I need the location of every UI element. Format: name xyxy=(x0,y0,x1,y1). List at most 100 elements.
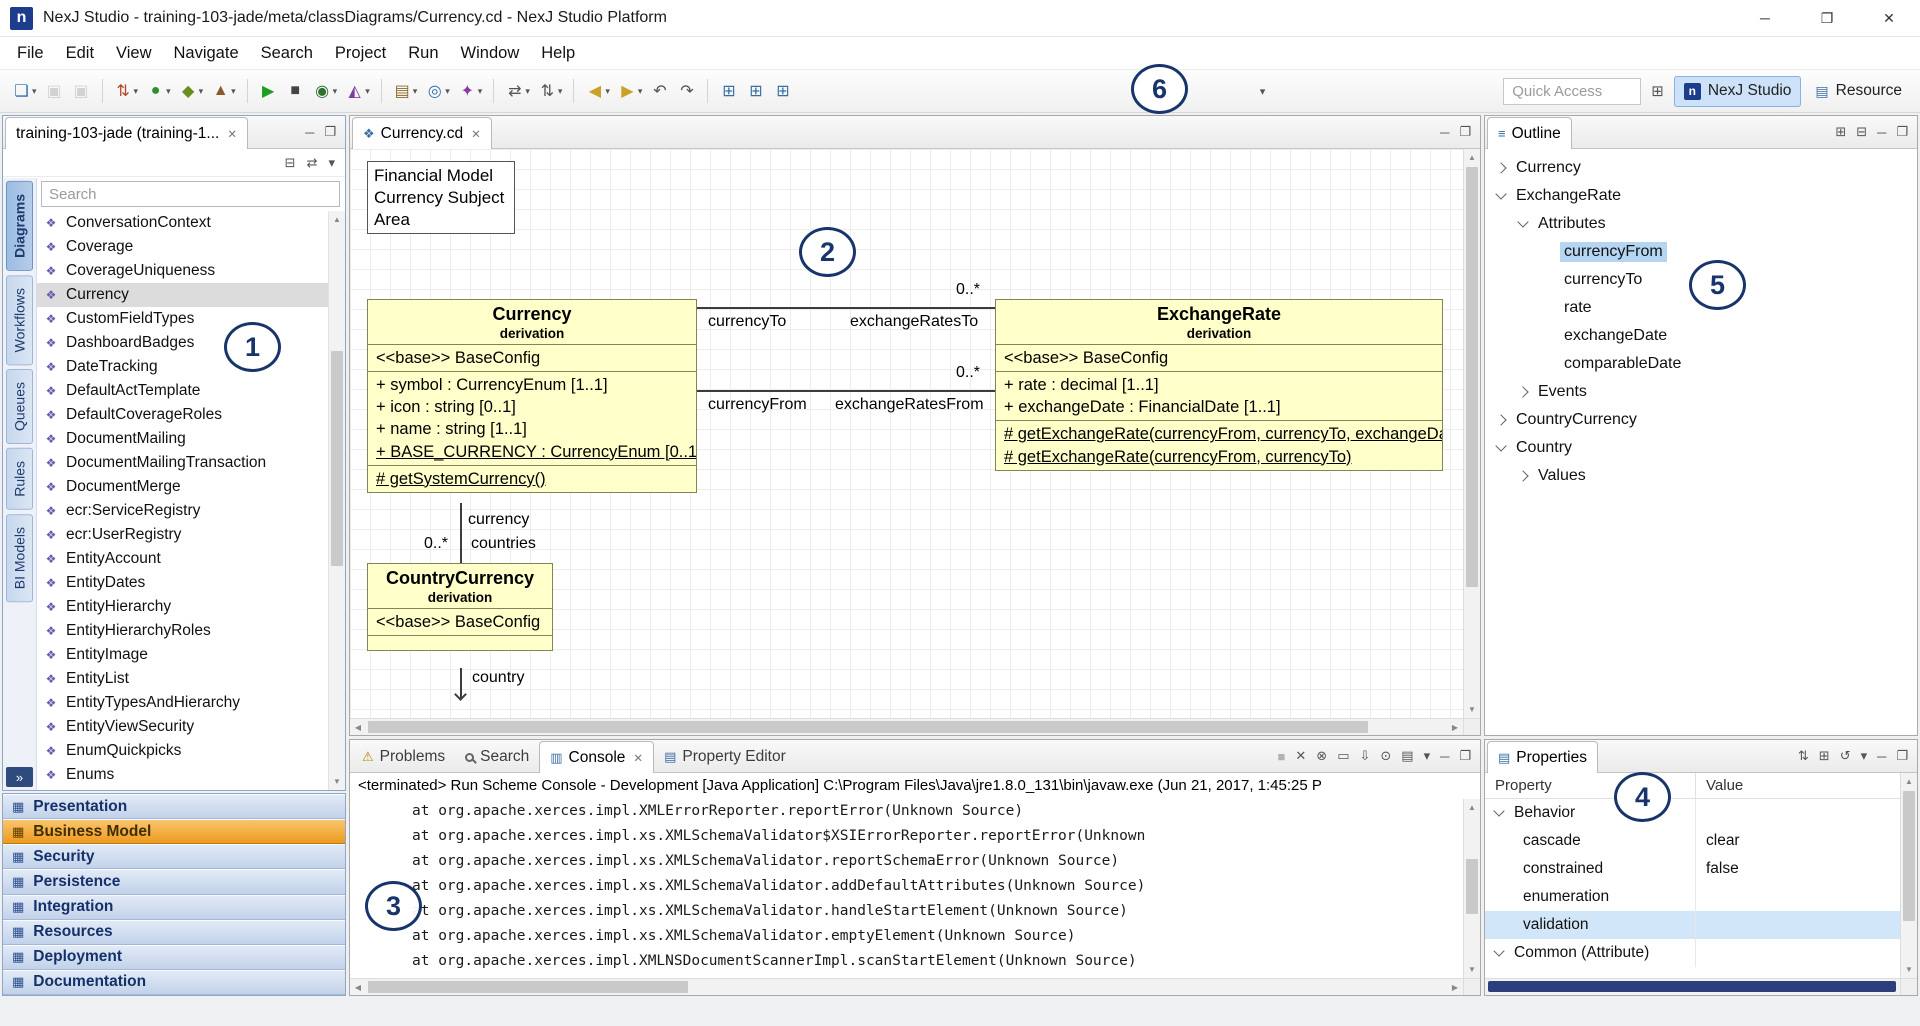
explorer-item[interactable]: ❖Coverage xyxy=(37,235,328,259)
outline-item-currencyfrom[interactable]: currencyFrom xyxy=(1485,238,1917,266)
explorer-item[interactable]: ❖DefaultActTemplate xyxy=(37,379,328,403)
scroll-down-icon[interactable]: ▼ xyxy=(329,774,345,789)
properties-hscrollbar[interactable] xyxy=(1485,978,1900,995)
scrollbar-thumb[interactable] xyxy=(1466,859,1478,914)
menu-item[interactable]: View xyxy=(105,37,162,69)
scroll-lock-icon[interactable]: ⇩ xyxy=(1359,748,1370,764)
outline-item-events[interactable]: Events xyxy=(1485,378,1917,406)
maximize-view-icon[interactable]: ❐ xyxy=(1896,748,1908,764)
tab-console[interactable]: ▥ Console ✕ xyxy=(539,741,654,773)
association-label[interactable]: currencyTo xyxy=(708,313,786,331)
explorer-item[interactable]: ❖EnumQuickpicks xyxy=(37,739,328,763)
explorer-item[interactable]: ❖ecr:UserRegistry xyxy=(37,523,328,547)
explorer-item[interactable]: ❖CustomFieldTypes xyxy=(37,307,328,331)
back-icon[interactable]: ◀▾ xyxy=(582,76,613,106)
view-menu-icon[interactable]: ▾ xyxy=(1861,748,1868,764)
new-icon[interactable]: ❏▾ xyxy=(9,76,40,106)
scroll-down-icon[interactable]: ▼ xyxy=(1464,962,1480,977)
tab-problems[interactable]: ⚠ Problems xyxy=(352,742,455,772)
association-line-countries[interactable] xyxy=(460,503,462,563)
close-tab-icon[interactable]: ✕ xyxy=(471,127,481,141)
maximize-view-icon[interactable]: ❐ xyxy=(1896,124,1908,140)
minimize-view-icon[interactable]: ─ xyxy=(1877,125,1886,140)
menu-item[interactable]: Run xyxy=(397,37,449,69)
scroll-left-icon[interactable]: ◀ xyxy=(350,980,366,995)
diagram-canvas[interactable]: Financial Model Currency Subject Area cu… xyxy=(350,149,1463,718)
class-operation[interactable]: # getExchangeRate(currencyFrom, currency… xyxy=(996,423,1442,445)
section-item[interactable]: ▦Deployment xyxy=(3,945,345,970)
association-label[interactable]: exchangeRatesTo xyxy=(850,313,978,331)
search-input[interactable] xyxy=(41,181,340,207)
expand-all-icon[interactable]: ⊞ xyxy=(1835,124,1846,140)
scroll-right-icon[interactable]: ▶ xyxy=(1447,720,1463,735)
perspective-resource[interactable]: ▤ Resource xyxy=(1805,76,1912,107)
explorer-tab[interactable]: training-103-jade (training-1... ✕ xyxy=(5,117,248,149)
property-category-behavior[interactable]: Behavior xyxy=(1485,799,1917,827)
class-attribute[interactable]: + icon : string [0..1] xyxy=(368,396,696,418)
association-label[interactable]: currencyFrom xyxy=(708,396,807,414)
restore-default-icon[interactable]: ↺ xyxy=(1840,748,1851,764)
save-all-icon[interactable]: ▣ xyxy=(69,76,94,106)
collapse-all-icon[interactable]: ⊟ xyxy=(1856,124,1867,140)
scroll-left-icon[interactable]: ◀ xyxy=(350,720,366,735)
scroll-up-icon[interactable]: ▲ xyxy=(329,212,345,227)
section-item[interactable]: ▦Business Model xyxy=(3,819,345,844)
class-attribute[interactable]: + exchangeDate : FinancialDate [1..1] xyxy=(996,396,1442,418)
console-vscrollbar[interactable]: ▲ ▼ xyxy=(1463,799,1480,978)
close-tab-icon[interactable]: ✕ xyxy=(633,751,643,765)
explorer-item[interactable]: ❖DateTracking xyxy=(37,355,328,379)
scroll-up-icon[interactable]: ▲ xyxy=(1901,774,1917,789)
tab-search[interactable]: Search xyxy=(455,742,539,772)
editor-hscrollbar[interactable]: ◀ ▶ xyxy=(350,718,1463,735)
explorer-item[interactable]: ❖EntityList xyxy=(37,667,328,691)
explorer-scrollbar[interactable]: ▲ ▼ xyxy=(328,211,345,790)
console-hscrollbar[interactable]: ◀ ▶ xyxy=(350,978,1463,995)
menu-item[interactable]: Help xyxy=(530,37,586,69)
outline-item-country[interactable]: Country xyxy=(1485,434,1917,462)
editor-tab-currency[interactable]: ❖ Currency.cd ✕ xyxy=(352,117,492,149)
scrollbar-thumb[interactable] xyxy=(1466,167,1478,587)
explorer-item[interactable]: ❖ecr:ServiceRegistry xyxy=(37,499,328,523)
property-category-common-attribute[interactable]: Common (Attribute) xyxy=(1485,939,1917,967)
minimize-view-icon[interactable]: ─ xyxy=(1440,749,1449,764)
outline-item-countrycurrency[interactable]: CountryCurrency xyxy=(1485,406,1917,434)
add-attribute-icon[interactable]: ⊞ xyxy=(743,76,768,106)
forward-icon[interactable]: ▶▾ xyxy=(615,76,646,106)
section-item[interactable]: ▦Security xyxy=(3,844,345,869)
scroll-up-icon[interactable]: ▲ xyxy=(1464,800,1480,815)
explorer-item[interactable]: ❖EntityViewSecurity xyxy=(37,715,328,739)
scroll-up-icon[interactable]: ▲ xyxy=(1464,150,1480,165)
perspective-nexj-studio[interactable]: n NexJ Studio xyxy=(1674,76,1802,107)
close-window-button[interactable]: ✕ xyxy=(1858,0,1920,36)
class-attribute[interactable]: + symbol : CurrencyEnum [1..1] xyxy=(368,374,696,396)
scroll-down-icon[interactable]: ▼ xyxy=(1464,702,1480,717)
explorer-item[interactable]: ❖Currency xyxy=(37,283,328,307)
menu-item[interactable]: File xyxy=(6,37,55,69)
class-operation[interactable]: # getExchangeRate(currencyFrom, currency… xyxy=(996,446,1442,468)
association-label[interactable]: countries xyxy=(471,535,536,553)
side-tab[interactable]: Rules xyxy=(6,448,33,510)
minimize-view-icon[interactable]: ─ xyxy=(305,125,314,140)
remove-all-launches-icon[interactable]: ⊗ xyxy=(1316,748,1327,764)
toolbar-overflow-icon[interactable]: ▾ xyxy=(1260,85,1266,98)
explorer-item[interactable]: ❖EntityDates xyxy=(37,571,328,595)
explorer-item[interactable]: ❖EntityImage xyxy=(37,643,328,667)
property-row-enumeration[interactable]: enumeration xyxy=(1485,883,1917,911)
scrollbar-thumb[interactable] xyxy=(368,721,1368,733)
open-perspective-icon[interactable]: ⊞ xyxy=(1651,82,1664,100)
tab-properties[interactable]: ▤ Properties xyxy=(1487,741,1598,773)
section-item[interactable]: ▦Resources xyxy=(3,920,345,945)
section-item[interactable]: ▦Integration xyxy=(3,895,345,920)
explorer-item[interactable]: ❖DocumentMailing xyxy=(37,427,328,451)
object-browser-icon[interactable]: ◎▾ xyxy=(422,76,453,106)
seed-data-icon[interactable]: ▲▾ xyxy=(208,76,239,106)
multiplicity-label[interactable]: 0..* xyxy=(956,281,980,299)
scrollbar-thumb[interactable] xyxy=(1903,791,1915,921)
clear-console-icon[interactable]: ▭ xyxy=(1337,748,1349,764)
scrollbar-thumb[interactable] xyxy=(331,351,343,566)
outline-item-exchangerate[interactable]: ExchangeRate xyxy=(1485,182,1917,210)
minimize-view-icon[interactable]: ─ xyxy=(1440,125,1449,140)
synchronize-icon[interactable]: ⇅▾ xyxy=(535,76,566,106)
more-layers-button[interactable]: » xyxy=(6,767,33,787)
side-tab[interactable]: Queues xyxy=(6,369,33,444)
